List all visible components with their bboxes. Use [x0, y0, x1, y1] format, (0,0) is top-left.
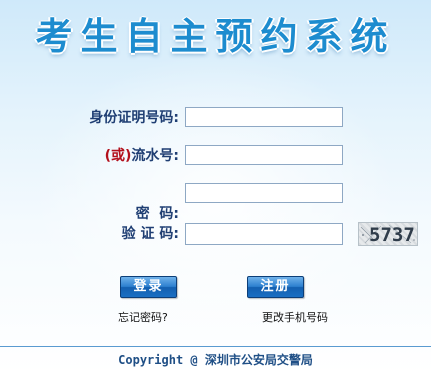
or-text: (或) [104, 148, 132, 164]
captcha-image[interactable]: 5737 [358, 222, 418, 246]
serial-number-label: (或)流水号: [105, 146, 179, 166]
page-title: 考生自主预约系统 [35, 15, 396, 58]
footer-divider [0, 346, 431, 347]
login-button[interactable]: 登录 [120, 276, 177, 298]
id-number-label: 身份证明号码: [89, 108, 179, 128]
captcha-input[interactable] [185, 223, 343, 245]
id-number-label-text: 身份证明号码: [89, 110, 179, 126]
serial-number-input[interactable] [185, 145, 343, 165]
serial-number-label-text: 流水号: [131, 148, 179, 164]
captcha-label-text: 验 证 码: [121, 226, 179, 242]
register-button[interactable]: 注册 [247, 276, 304, 298]
captcha-label: 验 证 码: [122, 224, 179, 244]
forgot-password-link[interactable]: 忘记密码? [118, 311, 168, 325]
captcha-code: 5737 [369, 224, 415, 246]
footer-copyright: Copyright @ 深圳市公安局交警局 [118, 353, 313, 367]
id-number-input[interactable] [185, 107, 343, 127]
password-input[interactable] [185, 183, 343, 203]
change-phone-link[interactable]: 更改手机号码 [262, 311, 328, 325]
password-label-text: 密 码: [135, 206, 179, 222]
